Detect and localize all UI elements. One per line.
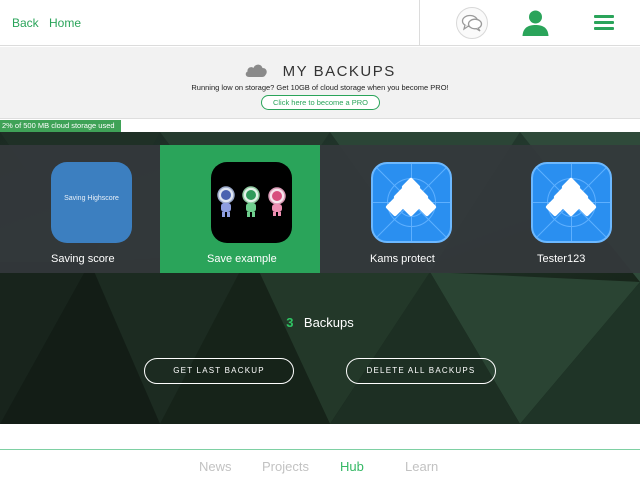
cube-pyramid-icon xyxy=(371,162,452,243)
bottom-nav-learn[interactable]: Learn xyxy=(405,459,438,474)
project-icon-caption: Saving Highscore xyxy=(64,195,119,202)
user-avatar-button[interactable] xyxy=(520,7,551,38)
become-pro-button[interactable]: Click here to become a PRO xyxy=(261,95,380,110)
cube-pyramid-icon xyxy=(531,162,612,243)
storage-usage-bar: 2% of 500 MB cloud storage used xyxy=(0,120,640,132)
backup-count: 3 xyxy=(286,315,294,330)
menu-bar-icon xyxy=(594,15,614,18)
project-tile-save-example[interactable]: Save example xyxy=(160,145,320,273)
menu-bar-icon xyxy=(594,27,614,30)
hamburger-menu-button[interactable] xyxy=(594,15,614,31)
cube-pyramid-art xyxy=(533,164,610,241)
page-title: MY BACKUPS xyxy=(282,63,396,81)
bottom-nav-hub[interactable]: Hub xyxy=(340,459,364,474)
backups-banner: MY BACKUPS Running low on storage? Get 1… xyxy=(0,47,640,119)
app-root: Back Home MY BACKUPS Running low on stor… xyxy=(0,0,640,480)
backup-count-row: 3 Backups xyxy=(0,314,640,332)
astronauts-art xyxy=(217,186,286,217)
backups-main-panel: Saving Highscore Saving score Save examp… xyxy=(0,132,640,424)
project-name: Tester123 xyxy=(537,253,586,265)
chat-bubbles-icon xyxy=(461,14,483,32)
bottom-nav-projects[interactable]: Projects xyxy=(262,459,309,474)
bottom-nav-divider xyxy=(0,449,640,450)
delete-all-backups-button[interactable]: DELETE ALL BACKUPS xyxy=(346,358,496,384)
back-link[interactable]: Back xyxy=(12,16,39,30)
banner-title-row: MY BACKUPS xyxy=(0,63,640,81)
cube-pyramid-art xyxy=(373,164,450,241)
project-tile-kams-protect[interactable]: Kams protect xyxy=(320,145,480,273)
storage-upsell-text: Running low on storage? Get 10GB of clou… xyxy=(191,83,449,92)
get-last-backup-button[interactable]: GET LAST BACKUP xyxy=(144,358,294,384)
top-divider xyxy=(419,0,420,46)
top-bar: Back Home xyxy=(0,0,640,46)
bottom-nav-news[interactable]: News xyxy=(199,459,232,474)
project-tile-saving-score[interactable]: Saving Highscore Saving score xyxy=(0,145,160,273)
storage-usage-label: 2% of 500 MB cloud storage used xyxy=(2,121,115,130)
backup-count-label: Backups xyxy=(303,315,354,330)
chat-button[interactable] xyxy=(456,7,488,39)
user-icon xyxy=(520,7,551,38)
project-strip: Saving Highscore Saving score Save examp… xyxy=(0,145,640,273)
blue-tile-icon: Saving Highscore xyxy=(51,162,132,243)
menu-bar-icon xyxy=(594,21,614,24)
astronauts-icon xyxy=(211,162,292,243)
cloud-icon xyxy=(245,64,267,77)
project-tile-tester123[interactable]: Tester123 xyxy=(480,145,640,273)
home-link[interactable]: Home xyxy=(49,16,81,30)
